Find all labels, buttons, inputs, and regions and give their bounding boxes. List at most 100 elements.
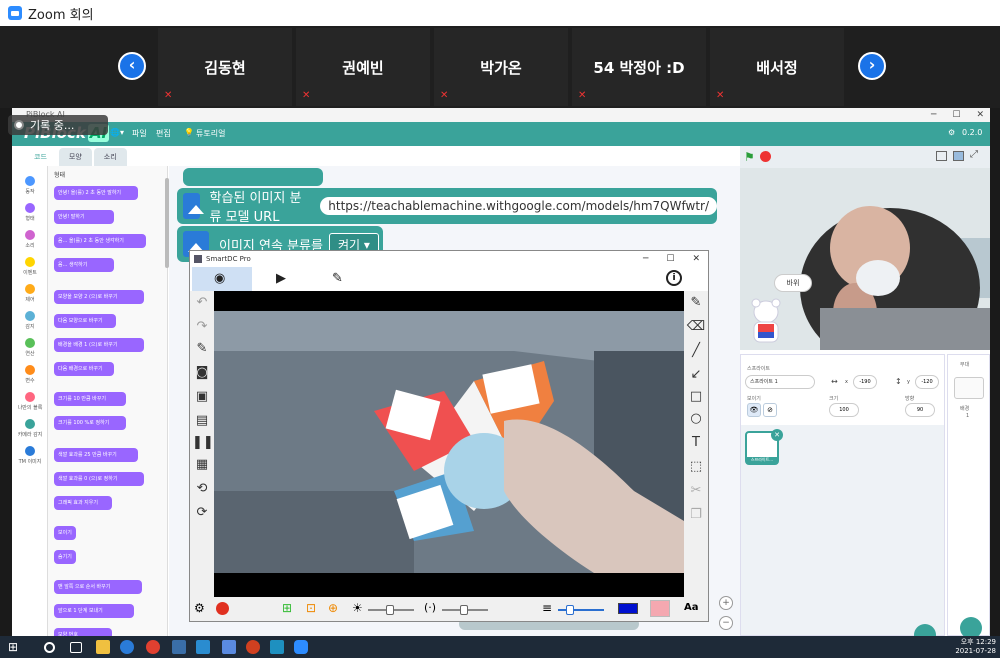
category-1[interactable]: 형태 bbox=[12, 203, 48, 222]
powerpoint-icon[interactable] bbox=[246, 640, 260, 654]
annotate-icon[interactable]: ✎ bbox=[332, 271, 343, 286]
direction-input[interactable]: 90 bbox=[905, 403, 935, 417]
pause-icon[interactable]: ❚❚ bbox=[192, 435, 214, 450]
category-10[interactable]: TM 이미지 bbox=[12, 446, 48, 465]
palette-block[interactable]: 크기를 10 만큼 바꾸기 bbox=[54, 392, 126, 406]
search-icon[interactable] bbox=[44, 642, 55, 653]
grid-icon[interactable]: ▦ bbox=[192, 457, 212, 472]
category-4[interactable]: 제어 bbox=[12, 284, 48, 303]
palette-block[interactable]: 그래픽 효과 지우기 bbox=[54, 496, 112, 510]
brightness-icon[interactable]: ☀ bbox=[352, 601, 363, 615]
app-icon[interactable] bbox=[172, 640, 186, 654]
participant-tile[interactable]: 배서정 ✕ bbox=[710, 28, 844, 106]
participant-tile[interactable]: 김동현 ✕ bbox=[158, 28, 292, 106]
image-import-icon[interactable]: ▣ bbox=[192, 389, 212, 404]
play-icon[interactable]: ▶ bbox=[276, 271, 286, 286]
model-url-block[interactable]: 학습된 이미지 분류 모델 URL https://teachablemachi… bbox=[177, 188, 717, 225]
show-eye-icon[interactable]: 👁 bbox=[747, 403, 761, 417]
category-8[interactable]: 나만의 블록 bbox=[12, 392, 48, 411]
file-explorer-icon[interactable] bbox=[96, 640, 110, 654]
category-9[interactable]: 카메라 감지 bbox=[12, 419, 48, 438]
record-icon[interactable] bbox=[216, 602, 229, 615]
palette-block[interactable]: 음... 을(를) 2 초 동안 생각하기 bbox=[54, 234, 146, 248]
maximize-icon[interactable]: ☐ bbox=[952, 108, 960, 122]
fullscreen-icon[interactable]: ⤢ bbox=[970, 149, 978, 160]
close-icon[interactable]: ✕ bbox=[692, 251, 700, 267]
category-3[interactable]: 이벤트 bbox=[12, 257, 48, 276]
green-flag-icon[interactable]: ⚑ bbox=[744, 150, 755, 164]
pen-icon[interactable]: ✎ bbox=[686, 295, 706, 310]
close-icon[interactable]: ✕ bbox=[976, 108, 984, 122]
edit-icon[interactable]: ✎ bbox=[192, 341, 212, 356]
fill-color-swatch[interactable] bbox=[650, 600, 670, 617]
app-icon[interactable] bbox=[196, 640, 210, 654]
globe-icon[interactable]: 🌐▾ bbox=[110, 128, 124, 137]
tab-code[interactable]: 코드 bbox=[24, 148, 57, 166]
participant-tile[interactable]: 박가온 ✕ bbox=[434, 28, 568, 106]
category-6[interactable]: 연산 bbox=[12, 338, 48, 357]
category-2[interactable]: 소리 bbox=[12, 230, 48, 249]
palette-block[interactable]: 크기를 100 %로 정하기 bbox=[54, 416, 126, 430]
circle-icon[interactable]: ○ bbox=[686, 411, 706, 426]
maximize-icon[interactable]: ☐ bbox=[666, 251, 674, 267]
edge-icon[interactable] bbox=[120, 640, 134, 654]
category-5[interactable]: 감지 bbox=[12, 311, 48, 330]
palette-block[interactable]: 색깔 효과를 0 (으)로 정하기 bbox=[54, 472, 144, 486]
pen-color-swatch[interactable] bbox=[618, 603, 638, 614]
bear-sprite[interactable] bbox=[746, 296, 786, 346]
fit-icon[interactable]: ⊞ bbox=[282, 601, 292, 615]
contrast-icon[interactable]: (·) bbox=[424, 601, 436, 614]
next-participants-button[interactable]: › bbox=[858, 52, 886, 80]
rotate-icon[interactable]: ⟲ bbox=[192, 481, 212, 496]
task-view-icon[interactable] bbox=[70, 642, 82, 653]
font-icon[interactable]: Aa bbox=[684, 602, 699, 613]
app-icon[interactable] bbox=[222, 640, 236, 654]
sprite-name-input[interactable]: 스프라이트 1 bbox=[745, 375, 815, 389]
zoom-taskbar-icon[interactable] bbox=[294, 640, 308, 654]
camera-icon[interactable]: ◙ bbox=[192, 365, 212, 380]
arrow-icon[interactable]: ↙ bbox=[686, 367, 706, 382]
hide-eye-icon[interactable]: ⊘ bbox=[763, 403, 777, 417]
settings-icon[interactable]: ⚙ bbox=[194, 601, 205, 615]
code-block-top[interactable] bbox=[183, 168, 323, 186]
sprite-thumbnail[interactable]: ✕ 스프라이트... bbox=[745, 429, 783, 465]
settings-icon[interactable]: ⚙ bbox=[948, 128, 955, 137]
palette-block[interactable]: 다음 모양으로 바꾸기 bbox=[54, 314, 116, 328]
add-backdrop-button[interactable] bbox=[960, 617, 982, 636]
prev-participants-button[interactable]: ‹ bbox=[118, 52, 146, 80]
eraser-icon[interactable]: ⌫ bbox=[686, 319, 706, 334]
minimize-icon[interactable]: ─ bbox=[931, 108, 936, 122]
menu-tutorial[interactable]: 튜토리얼 bbox=[196, 128, 225, 139]
zoom-region-icon[interactable]: ⊡ bbox=[306, 601, 316, 615]
palette-block[interactable]: 음... 생각하기 bbox=[54, 258, 114, 272]
zoom-in-icon[interactable]: + bbox=[719, 596, 733, 610]
info-icon[interactable]: i bbox=[666, 270, 682, 286]
delete-sprite-icon[interactable]: ✕ bbox=[771, 429, 783, 441]
palette-block[interactable]: 다음 배경으로 바꾸기 bbox=[54, 362, 114, 376]
image-export-icon[interactable]: ▤ bbox=[192, 413, 212, 428]
palette-block[interactable]: 모양을 모양 2 (으)로 바꾸기 bbox=[54, 290, 144, 304]
palette-block[interactable]: 안녕! 말하기 bbox=[54, 210, 114, 224]
participant-tile[interactable]: 권예빈 ✕ bbox=[296, 28, 430, 106]
category-7[interactable]: 변수 bbox=[12, 365, 48, 384]
size-input[interactable]: 100 bbox=[829, 403, 859, 417]
paste-icon[interactable]: ❐ bbox=[686, 507, 706, 522]
model-url-input[interactable]: https://teachablemachine.withgoogle.com/… bbox=[320, 197, 717, 215]
undo-icon[interactable]: ↶ bbox=[192, 295, 212, 310]
palette-block[interactable]: 맨 앞쪽 으로 순서 바꾸기 bbox=[54, 580, 142, 594]
camera-view[interactable] bbox=[214, 291, 684, 597]
menu-edit[interactable]: 편집 bbox=[156, 128, 171, 139]
flip-icon[interactable]: ⟳ bbox=[192, 505, 212, 520]
menu-file[interactable]: 파일 bbox=[132, 128, 147, 139]
palette-block[interactable]: 색깔 효과를 25 만큼 바꾸기 bbox=[54, 448, 138, 462]
stop-icon[interactable] bbox=[760, 151, 771, 162]
line-icon[interactable]: ╱ bbox=[686, 343, 706, 358]
tab-sounds[interactable]: 소리 bbox=[93, 148, 127, 166]
redo-icon[interactable]: ↷ bbox=[192, 319, 212, 334]
zoom-out-icon[interactable]: − bbox=[719, 616, 733, 630]
tab-costumes[interactable]: 모양 bbox=[58, 148, 92, 166]
backdrop-thumbnail[interactable] bbox=[954, 377, 984, 399]
text-icon[interactable]: T bbox=[686, 435, 706, 450]
minimize-icon[interactable]: ─ bbox=[643, 251, 648, 267]
x-input[interactable]: -190 bbox=[853, 375, 877, 389]
